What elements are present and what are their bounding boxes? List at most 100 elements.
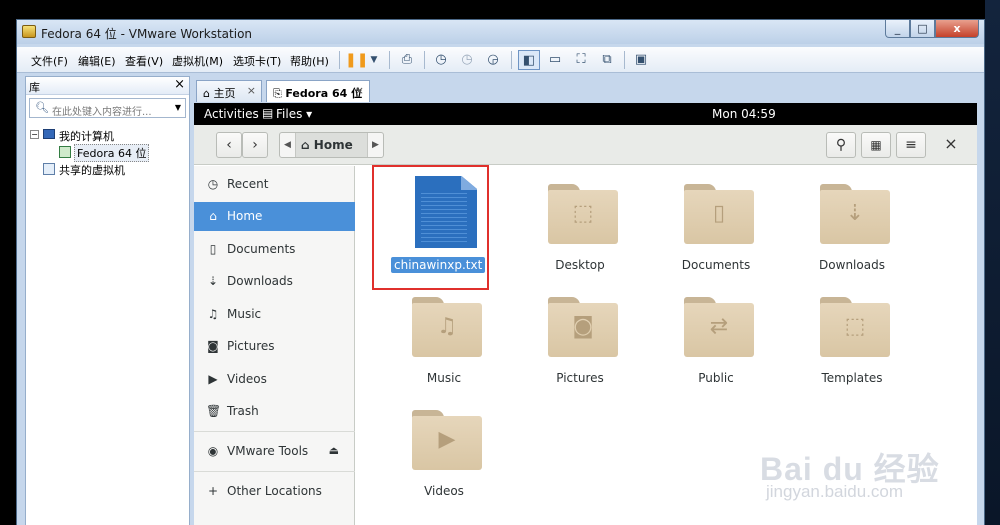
sidebar-item-home[interactable]: ⌂ Home	[194, 202, 355, 231]
sidebar-item-recent[interactable]: ◷ Recent	[194, 170, 355, 199]
chevron-down-icon[interactable]: ▼	[175, 103, 181, 112]
sidebar-item-label: Trash	[227, 404, 259, 418]
camera-icon: ◙	[207, 339, 219, 353]
sidebar-item-label: Other Locations	[227, 484, 322, 498]
send-ctrl-alt-del-icon[interactable]: ⎙	[396, 50, 418, 70]
back-button[interactable]: ‹	[216, 132, 242, 158]
file-label: Videos	[424, 484, 464, 498]
sidebar-divider	[194, 431, 355, 432]
document-icon: ▯	[209, 242, 217, 256]
close-tab-button[interactable]: ×	[247, 84, 256, 97]
desktop-folder-icon: ⬚	[548, 184, 618, 244]
video-icon: ▶	[208, 372, 218, 386]
menu-view[interactable]: 查看(V)	[125, 53, 163, 69]
file-item-public[interactable]: ⇄ Public	[651, 279, 781, 394]
menu-button[interactable]: ≡	[896, 132, 926, 158]
tab-fedora[interactable]: ⎘ Fedora 64 位 ×	[266, 80, 370, 102]
eject-icon[interactable]: ⏏	[329, 444, 339, 457]
minimize-button[interactable]: _	[885, 20, 910, 38]
collapse-icon[interactable]: −	[30, 130, 39, 139]
file-item-desktop[interactable]: ⬚ Desktop	[515, 166, 645, 281]
disc-icon: ◉	[207, 444, 219, 458]
search-button[interactable]: ⚲	[826, 132, 856, 158]
revert-snapshot-icon[interactable]: ◷	[456, 50, 478, 70]
sidebar-item-vmware-tools[interactable]: ◉ VMware Tools ⏏	[194, 437, 355, 466]
toolbar-separator	[339, 51, 340, 69]
title-bar: Fedora 64 位 - VMware Workstation _ □ x	[17, 20, 984, 44]
path-bar: ◀ ⌂ Home ▶	[279, 132, 384, 158]
snapshot-icon[interactable]: ◷	[430, 50, 452, 70]
console-view-icon[interactable]: ▣	[630, 50, 652, 70]
unity-icon[interactable]: ⧉	[596, 50, 618, 70]
view-toggle-button[interactable]: ▦	[861, 132, 891, 158]
full-screen-icon[interactable]: ⛶	[570, 50, 592, 70]
forward-button[interactable]: ›	[242, 132, 268, 158]
tab-label: Fedora 64 位	[285, 87, 363, 100]
sidebar-item-videos[interactable]: ▶ Videos	[194, 365, 355, 394]
download-icon: ⇣	[207, 274, 219, 288]
sidebar-item-pictures[interactable]: ◙ Pictures	[194, 332, 355, 361]
thumbnail-bar-icon[interactable]: ▭	[544, 50, 566, 70]
highlight-box	[372, 165, 489, 290]
file-label: Music	[426, 371, 462, 385]
file-item-pictures[interactable]: ◙ Pictures	[515, 279, 645, 394]
vm-tab-bar: ⌂ 主页 × ⎘ Fedora 64 位 ×	[196, 80, 976, 102]
sidebar-item-label: Videos	[227, 372, 267, 386]
file-label: Pictures	[556, 371, 604, 385]
close-button[interactable]: ×	[936, 132, 966, 158]
menu-edit[interactable]: 编辑(E)	[78, 53, 116, 69]
menu-tabs[interactable]: 选项卡(T)	[233, 53, 281, 69]
sidebar-item-label: Recent	[227, 177, 269, 191]
vmware-app-icon	[22, 25, 36, 38]
search-icon: 🔍︎	[35, 101, 49, 114]
show-library-icon[interactable]: ◧	[518, 50, 540, 70]
sidebar-item-documents[interactable]: ▯ Documents	[194, 235, 355, 264]
vm-tab-icon: ⎘	[273, 87, 282, 100]
activities-button[interactable]: Activities	[204, 107, 259, 121]
grid-icon: ▦	[870, 138, 882, 152]
templates-folder-icon: ⬚	[820, 297, 890, 357]
snapshot-manager-icon[interactable]: ◶	[482, 50, 504, 70]
home-icon: ⌂	[203, 87, 210, 100]
path-home-crumb[interactable]: ⌂ Home	[296, 133, 367, 157]
close-window-button[interactable]: x	[935, 20, 979, 38]
sidebar-item-label: Home	[227, 209, 263, 223]
clock[interactable]: Mon 04:59	[712, 107, 776, 121]
app-menu[interactable]: Files ▾	[276, 107, 312, 121]
menu-help[interactable]: 帮助(H)	[290, 53, 329, 69]
sidebar-item-downloads[interactable]: ⇣ Downloads	[194, 267, 355, 296]
file-item-templates[interactable]: ⬚ Templates	[787, 279, 917, 394]
places-sidebar: ◷ Recent ⌂ Home ▯ Documents ⇣ Downloads …	[194, 166, 355, 525]
sidebar-item-trash[interactable]: 🗑︎ Trash	[194, 397, 355, 426]
tab-home[interactable]: ⌂ 主页 ×	[196, 80, 262, 102]
file-item-videos[interactable]: ▶ Videos	[379, 392, 509, 507]
pause-dropdown-icon[interactable]: ▼	[363, 50, 385, 70]
library-close-button[interactable]: ×	[174, 77, 185, 92]
file-label: Desktop	[555, 258, 605, 272]
close-tab-button[interactable]: ×	[355, 84, 364, 97]
desktop-background	[985, 0, 1000, 525]
file-label: Downloads	[819, 258, 885, 272]
home-icon: ⌂	[209, 209, 217, 223]
path-label: Home	[313, 138, 353, 152]
search-icon: ⚲	[835, 137, 847, 153]
downloads-folder-icon: ⇣	[820, 184, 890, 244]
menu-file[interactable]: 文件(F)	[31, 53, 68, 69]
path-right-arrow-icon[interactable]: ▶	[367, 133, 383, 157]
sidebar-item-music[interactable]: ♫ Music	[194, 300, 355, 329]
public-folder-icon: ⇄	[684, 297, 754, 357]
path-left-arrow-icon[interactable]: ◀	[280, 133, 296, 157]
file-item-documents[interactable]: ▯ Documents	[651, 166, 781, 281]
window-title: Fedora 64 位 - VMware Workstation	[41, 27, 253, 41]
file-item-downloads[interactable]: ⇣ Downloads	[787, 166, 917, 281]
maximize-button[interactable]: □	[910, 20, 935, 38]
baidu-watermark: Bai du 经验 jingyan.baidu.com	[760, 444, 960, 514]
sidebar-item-other-locations[interactable]: + Other Locations	[194, 477, 355, 506]
file-label: Templates	[821, 371, 883, 385]
file-item-music[interactable]: ♫ Music	[379, 279, 509, 394]
computer-icon	[43, 129, 55, 139]
home-icon: ⌂	[301, 138, 310, 152]
library-search-input[interactable]: 🔍︎ 在此处键入内容进行... ▼	[29, 98, 186, 118]
menu-vm[interactable]: 虚拟机(M)	[172, 53, 223, 69]
gnome-top-bar: Activities ▤ Files ▾ Mon 04:59	[194, 103, 977, 125]
